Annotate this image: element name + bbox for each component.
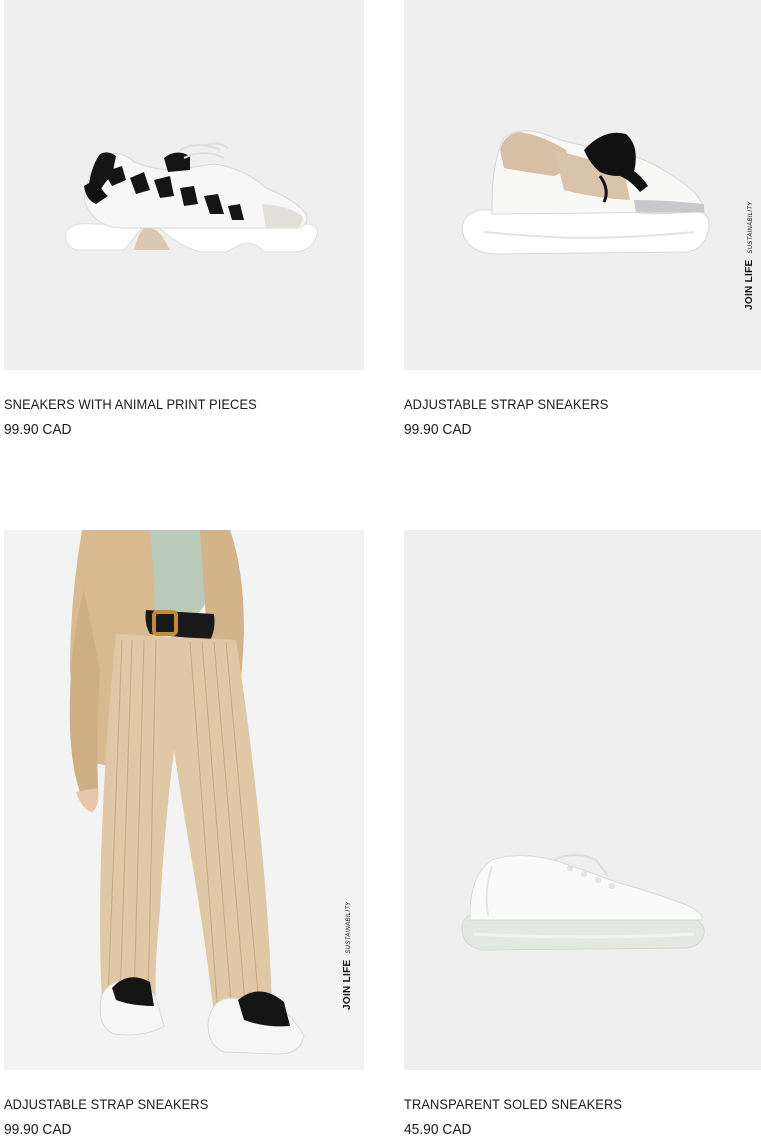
badge-subtitle: SUSTAINABILITY [346,901,352,954]
model-beige-suit-sneakers-photo [69,530,305,1055]
product-card[interactable]: JOIN LIFE SUSTAINABILITY ADJUSTABLE STRA… [404,0,761,438]
product-price: 99.90 CAD [4,421,72,438]
product-name[interactable]: TRANSPARENT SOLED SNEAKERS [404,1096,622,1112]
white-sneaker-zebra-print-icon [65,142,318,253]
white-sneaker-beige-strap-icon [461,130,710,255]
product-name[interactable]: ADJUSTABLE STRAP SNEAKERS [404,396,608,412]
product-card[interactable]: JOIN LIFE SUSTAINABILITY ADJUSTABLE STRA… [4,530,364,1138]
product-image-link[interactable]: JOIN LIFE SUSTAINABILITY [4,530,364,1070]
product-card[interactable]: SNEAKERS WITH ANIMAL PRINT PIECES 99.90 … [4,0,364,438]
white-sneaker-clear-sole-icon [461,854,705,951]
product-grid: SNEAKERS WITH ANIMAL PRINT PIECES 99.90 … [0,0,761,1140]
product-card[interactable]: TRANSPARENT SOLED SNEAKERS 45.90 CAD [404,530,761,1138]
product-image-link[interactable] [4,0,364,370]
product-price: 99.90 CAD [4,1121,72,1138]
product-image-link[interactable] [404,530,761,1070]
product-price: 99.90 CAD [404,421,472,438]
badge-title: JOIN LIFE [342,959,353,1010]
badge-subtitle: SUSTAINABILITY [748,201,754,254]
badge-title: JOIN LIFE [744,259,755,310]
product-name[interactable]: ADJUSTABLE STRAP SNEAKERS [4,1096,208,1112]
product-image-link[interactable]: JOIN LIFE SUSTAINABILITY [404,0,761,370]
join-life-badge: JOIN LIFE SUSTAINABILITY [342,901,353,1010]
product-price: 45.90 CAD [404,1121,472,1138]
product-name[interactable]: SNEAKERS WITH ANIMAL PRINT PIECES [4,396,257,412]
join-life-badge: JOIN LIFE SUSTAINABILITY [744,201,755,310]
